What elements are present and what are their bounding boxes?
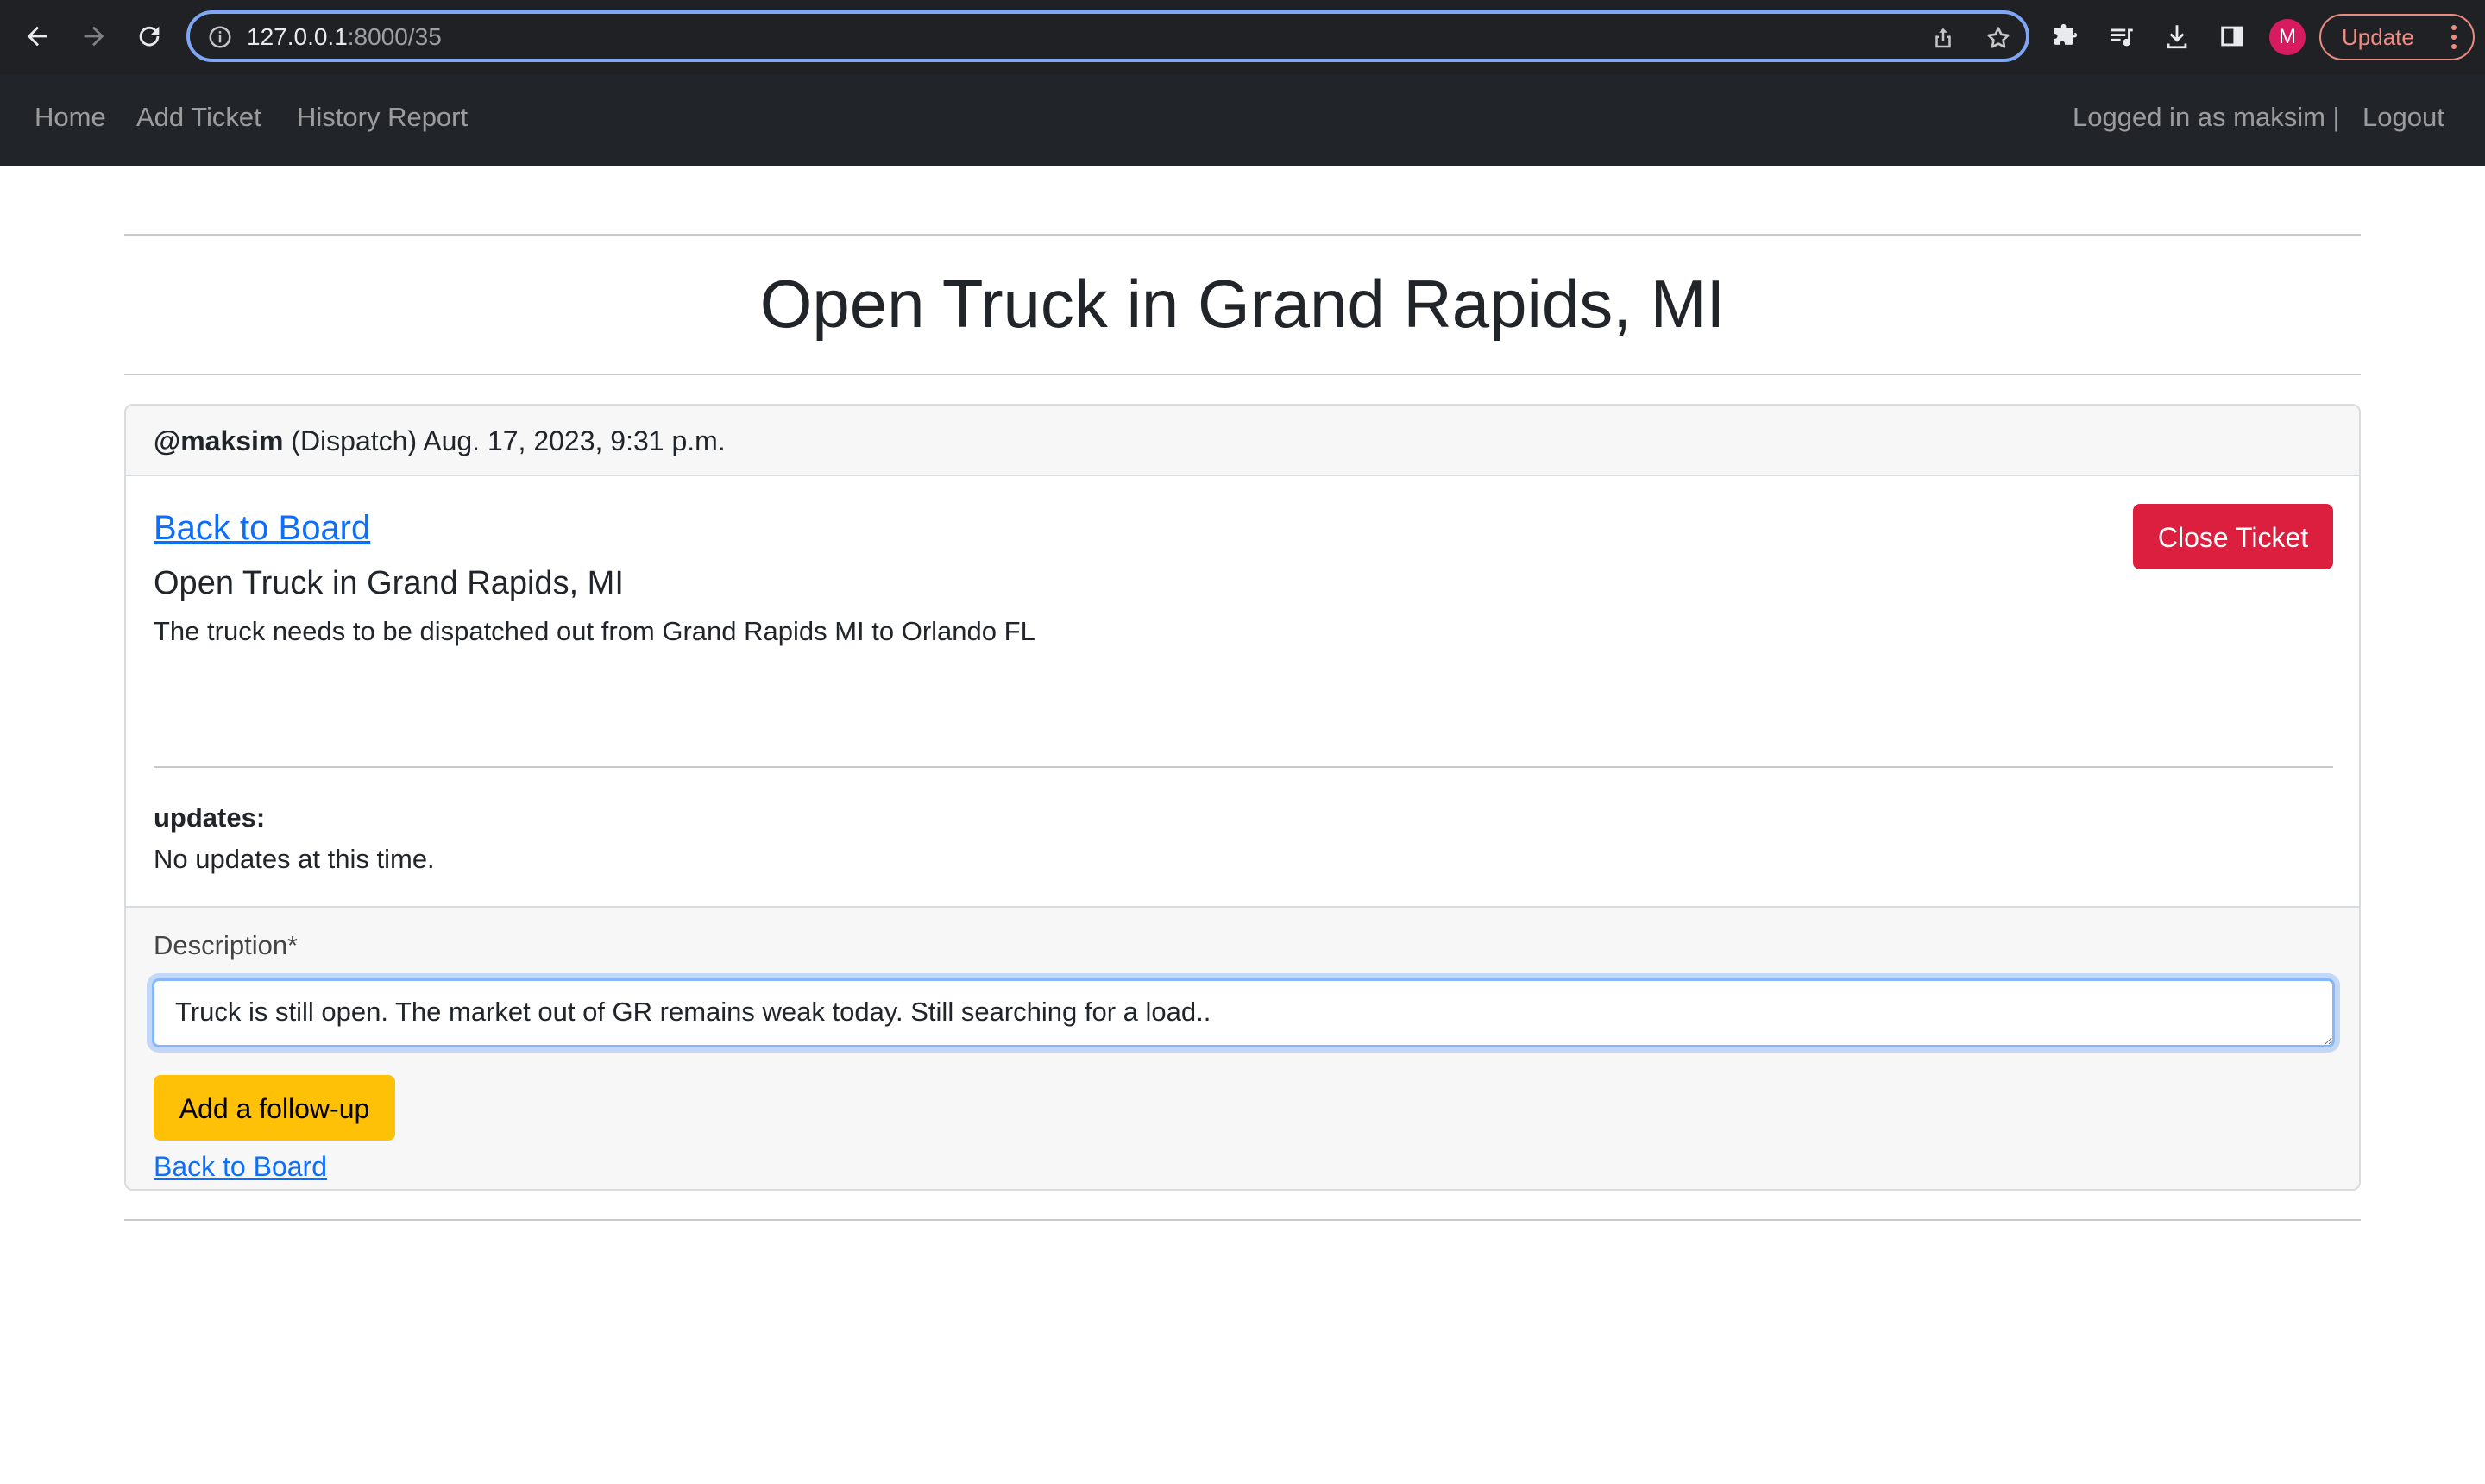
ticket-title: Open Truck in Grand Rapids, MI [154, 565, 624, 601]
forward-arrow-icon[interactable] [69, 11, 119, 61]
back-to-board-bottom-link[interactable]: Back to Board [154, 1149, 327, 1184]
address-bar[interactable]: 127.0.0.1:8000/35 [186, 10, 2029, 62]
nav-home-link[interactable]: Home [35, 100, 106, 135]
media-queue-icon[interactable] [2097, 11, 2147, 61]
ticket-timestamp: Aug. 17, 2023, 9:31 p.m. [423, 425, 726, 456]
url-text[interactable]: 127.0.0.1:8000/35 [247, 24, 442, 50]
nav-history-report-link[interactable]: History Report [297, 100, 468, 135]
profile-avatar[interactable]: M [2269, 19, 2306, 55]
reload-icon[interactable] [124, 11, 174, 61]
ticket-card-header: @maksim (Dispatch) Aug. 17, 2023, 9:31 p… [126, 406, 2359, 476]
browser-toolbar: 127.0.0.1:8000/35 M Update [0, 0, 2485, 74]
description-label: Description* [154, 930, 299, 960]
updates-divider [154, 766, 2333, 768]
logged-in-text: Logged in as maksim | [2073, 102, 2340, 132]
title-divider [124, 374, 2361, 375]
nav-add-ticket-link[interactable]: Add Ticket [136, 100, 261, 135]
back-to-board-link[interactable]: Back to Board [154, 507, 370, 549]
ticket-role: (Dispatch) [291, 425, 418, 456]
description-field[interactable]: Truck is still open. The market out of G… [152, 978, 2335, 1047]
update-label: Update [2342, 23, 2414, 50]
download-icon[interactable] [2152, 11, 2202, 61]
extensions-icon[interactable] [2040, 11, 2090, 61]
page-title: Open Truck in Grand Rapids, MI [759, 266, 1726, 342]
add-follow-up-button[interactable]: Add a follow-up [154, 1075, 395, 1141]
kebab-menu-icon[interactable] [2450, 24, 2457, 56]
logout-link[interactable]: Logout [2362, 100, 2444, 135]
chrome-update-button[interactable]: Update [2319, 14, 2475, 60]
ticket-card: @maksim (Dispatch) Aug. 17, 2023, 9:31 p… [124, 404, 2361, 1191]
ticket-description: The truck needs to be dispatched out fro… [154, 616, 1035, 646]
top-divider [124, 234, 2361, 236]
bottom-divider [124, 1219, 2361, 1221]
back-arrow-icon[interactable] [12, 11, 62, 61]
updates-text: No updates at this time. [154, 844, 435, 874]
ticket-author: @maksim [154, 425, 284, 456]
site-navbar: Home Add Ticket History Report Logged in… [0, 74, 2485, 166]
close-ticket-button[interactable]: Close Ticket [2133, 504, 2333, 569]
side-panel-icon[interactable] [2207, 11, 2257, 61]
share-icon[interactable] [1928, 22, 1959, 53]
bookmark-star-icon[interactable] [1983, 22, 2014, 53]
updates-label: updates: [154, 802, 266, 833]
followup-form: Description* Truck is still open. The ma… [126, 906, 2359, 1189]
info-icon[interactable] [207, 24, 233, 50]
